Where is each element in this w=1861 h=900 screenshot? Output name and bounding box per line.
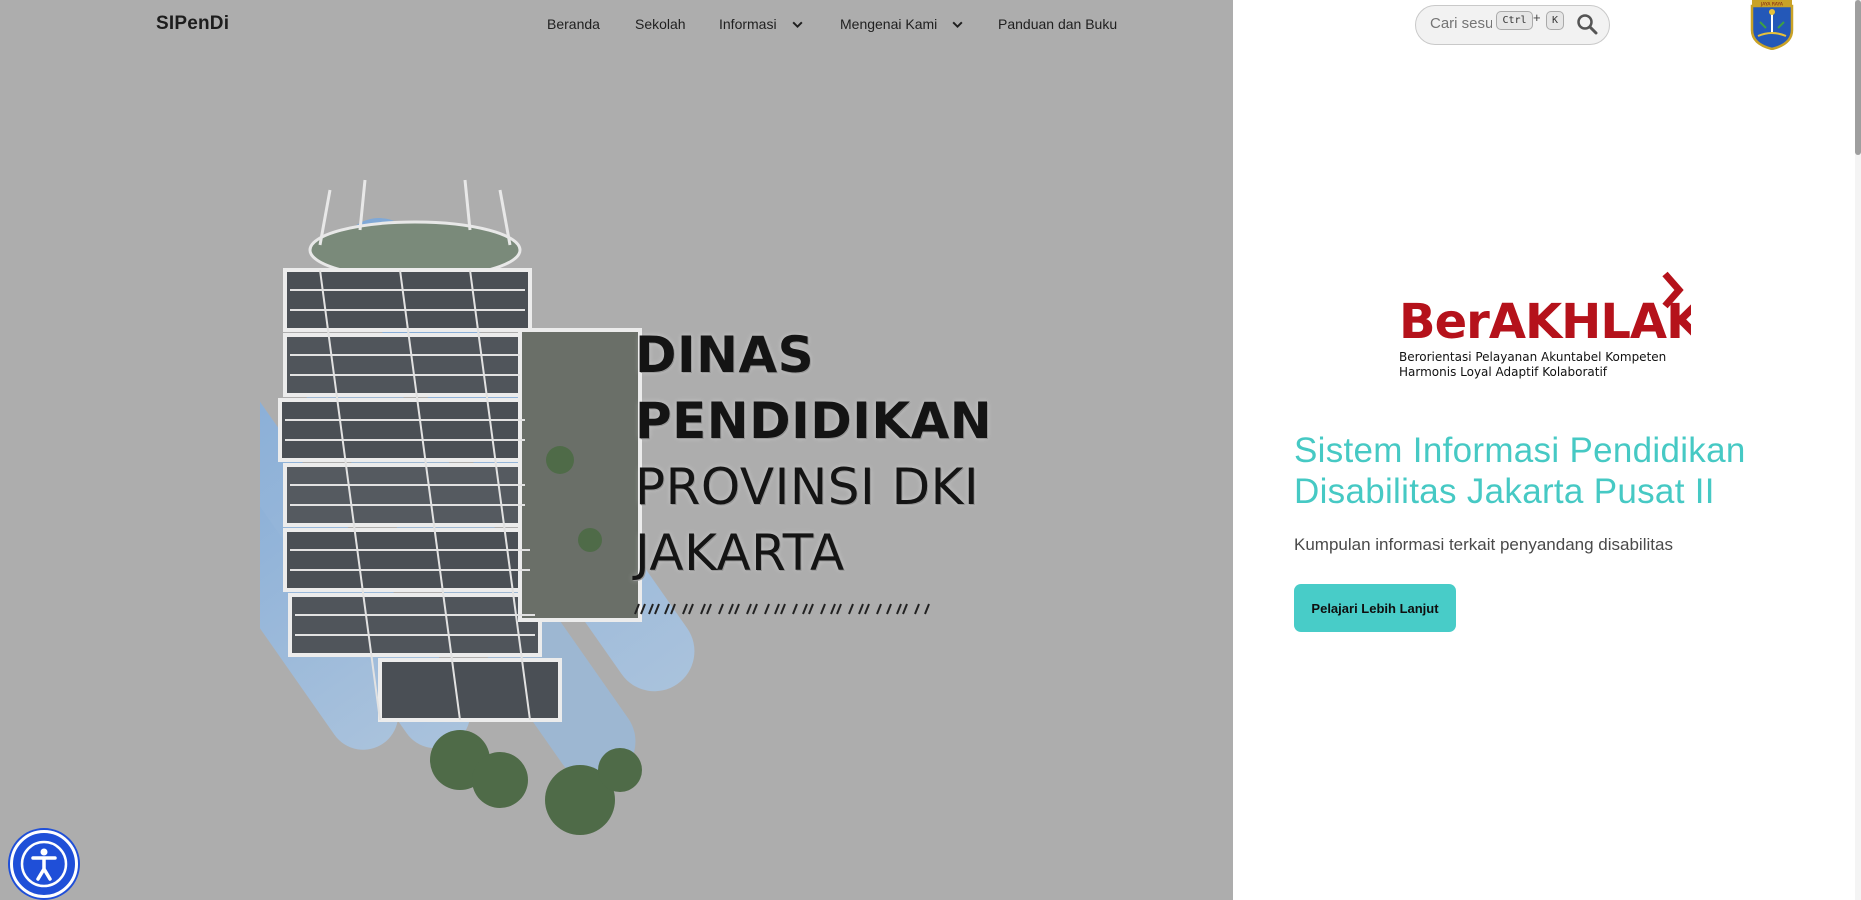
nav-item-mengenai-kami[interactable]: Mengenai Kami <box>840 16 964 32</box>
decorative-hatch <box>634 603 930 615</box>
chevron-down-icon <box>952 21 963 28</box>
nav-item-informasi[interactable]: Informasi <box>719 16 804 32</box>
nav-item-beranda[interactable]: Beranda <box>547 16 600 32</box>
berakhlak-logo: BerAKHLAK Berorientasi Pelayanan Akuntab… <box>1399 271 1691 379</box>
scrollbar-thumb[interactable] <box>1855 0 1861 155</box>
logo-tagline-line2: Harmonis Loyal Adaptif Kolaboratif <box>1399 365 1608 379</box>
search-icon[interactable] <box>1576 13 1598 35</box>
search-input[interactable] <box>1430 15 1492 32</box>
chevron-down-icon <box>792 21 803 28</box>
shortcut-plus: + <box>1533 10 1541 25</box>
shortcut-key-ctrl: Ctrl <box>1496 11 1533 30</box>
hero-panel: DINAS PENDIDIKAN PROVINSI DKI JAKARTA SI… <box>0 0 1233 900</box>
hero-text-line1: DINAS <box>635 326 815 384</box>
shortcut-key-k: K <box>1546 11 1564 30</box>
nav-item-sekolah[interactable]: Sekolah <box>635 16 686 32</box>
brand-logo-text[interactable]: SIPenDi <box>156 13 229 35</box>
hero-text-line4: JAKARTA <box>635 524 845 582</box>
nav-label: Mengenai Kami <box>840 16 938 32</box>
nav-label: Sekolah <box>635 16 686 32</box>
accessibility-button[interactable] <box>10 830 78 898</box>
nav-label: Panduan dan Buku <box>998 16 1118 32</box>
learn-more-button[interactable]: Pelajari Lebih Lanjut <box>1294 584 1456 632</box>
accessibility-icon <box>20 840 68 888</box>
crest-motto: JAYA RAYA <box>1760 2 1784 8</box>
nav-label: Informasi <box>719 16 777 32</box>
logo-tagline-line1: Berorientasi Pelayanan Akuntabel Kompete… <box>1399 350 1666 364</box>
jakarta-crest-icon[interactable]: JAYA RAYA <box>1748 0 1796 50</box>
page-title: Sistem Informasi Pendidikan Disabilitas … <box>1294 431 1746 511</box>
nav-item-panduan-dan-buku[interactable]: Panduan dan Buku <box>998 16 1117 32</box>
nav-label: Beranda <box>547 16 600 32</box>
logo-wordmark: BerAKHLAK <box>1399 294 1691 350</box>
hero-text-line3: PROVINSI DKI <box>635 458 980 516</box>
hero-text-line2: PENDIDIKAN <box>635 392 993 450</box>
page-subtitle: Kumpulan informasi terkait penyandang di… <box>1294 535 1673 554</box>
